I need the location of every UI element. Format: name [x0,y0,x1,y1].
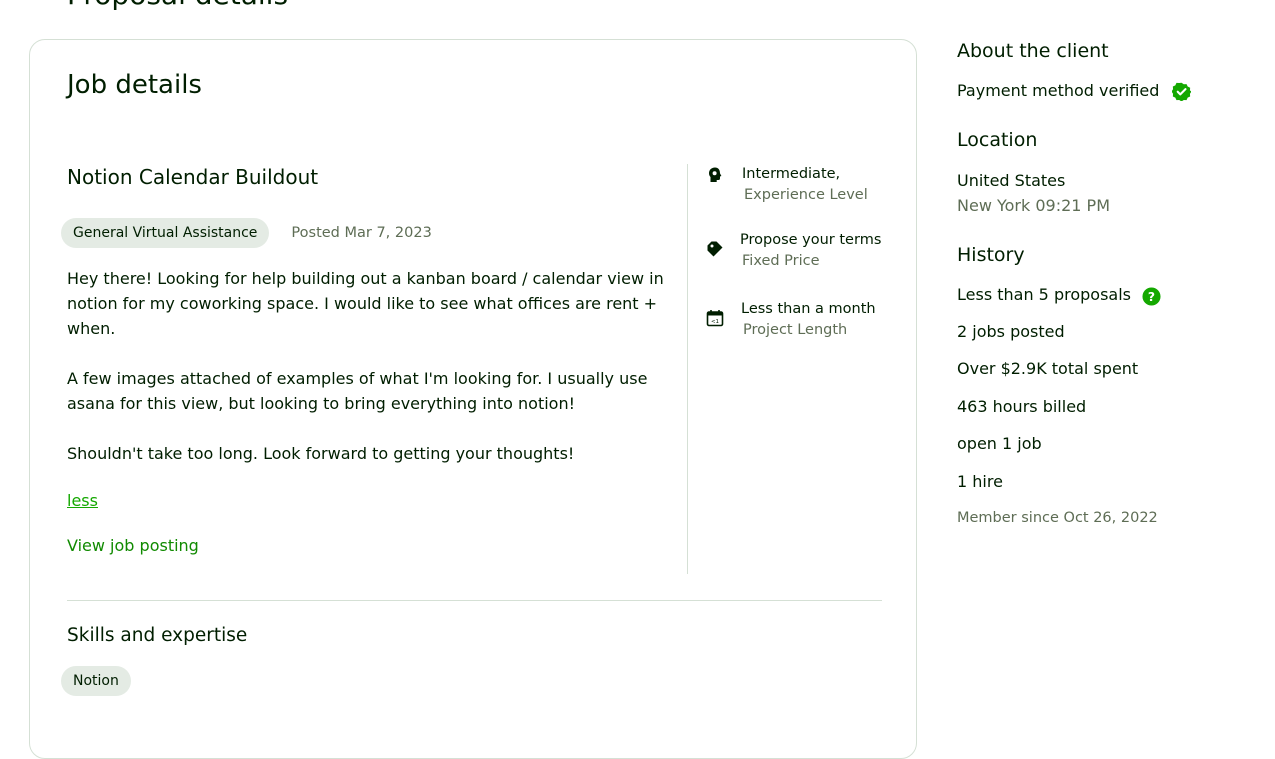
job-details-title: Job details [67,70,202,100]
svg-text:<1: <1 [711,319,719,325]
job-details-card: Job details Notion Calendar Buildout Gen… [29,39,917,759]
experience-level-label: Experience Level [744,187,868,203]
experience-level-item: Intermediate, Experience Level [704,164,894,206]
proposals-count: Less than 5 proposals ? [957,282,1257,307]
experience-level-icon [706,166,724,184]
show-less-link[interactable]: less [67,491,667,510]
member-since: Member since Oct 26, 2022 [957,510,1158,526]
hires-count: 1 hire [957,472,1003,491]
client-sidebar: About the client Payment method verified… [957,38,1257,531]
proposals-text: Less than 5 proposals [957,285,1131,304]
history-title: History [957,244,1025,266]
experience-level-value: Intermediate, [742,166,841,182]
location-title: Location [957,129,1038,151]
description-paragraph: Shouldn't take too long. Look forward to… [67,444,575,463]
posted-date: Posted Mar 7, 2023 [291,225,432,241]
job-description: Hey there! Looking for help building out… [67,266,667,466]
view-job-posting-link[interactable]: View job posting [67,536,667,555]
verified-check-icon [1171,82,1192,102]
skills-list: Notion [61,666,131,696]
total-spent: Over $2.9K total spent [957,359,1139,378]
category-chip[interactable]: General Virtual Assistance [61,218,270,248]
job-meta-row: General Virtual Assistance Posted Mar 7,… [61,218,667,248]
price-type: Fixed Price [742,253,820,269]
payment-status: Payment method verified [957,78,1257,103]
help-icon[interactable]: ? [1142,286,1161,306]
open-jobs: open 1 job [957,434,1042,453]
column-divider [687,164,688,574]
svg-text:?: ? [1148,289,1155,303]
project-length-value: Less than a month [741,301,876,317]
job-title: Notion Calendar Buildout [67,165,319,189]
section-divider [67,600,882,601]
calendar-icon: <1 [706,309,724,327]
client-country: United States [957,171,1066,190]
job-main-column: Notion Calendar Buildout General Virtual… [61,164,667,555]
price-tag-icon [706,240,724,258]
client-city-time: New York 09:21 PM [957,196,1110,215]
price-item: Propose your terms Fixed Price [704,230,894,272]
jobs-posted: 2 jobs posted [957,322,1065,341]
job-attributes: Intermediate, Experience Level Propose y… [704,164,894,341]
hours-billed: 463 hours billed [957,397,1087,416]
about-client-title: About the client [957,40,1109,62]
description-paragraph: A few images attached of examples of wha… [67,369,648,413]
project-length-label: Project Length [743,322,848,338]
page-heading: Proposal details [67,0,288,11]
payment-verified-text: Payment method verified [957,81,1160,100]
project-length-item: <1 Less than a month Project Length [704,299,894,341]
skill-chip[interactable]: Notion [61,666,131,696]
price-terms: Propose your terms [740,232,882,248]
skills-title: Skills and expertise [67,625,248,646]
description-paragraph: Hey there! Looking for help building out… [67,269,664,338]
